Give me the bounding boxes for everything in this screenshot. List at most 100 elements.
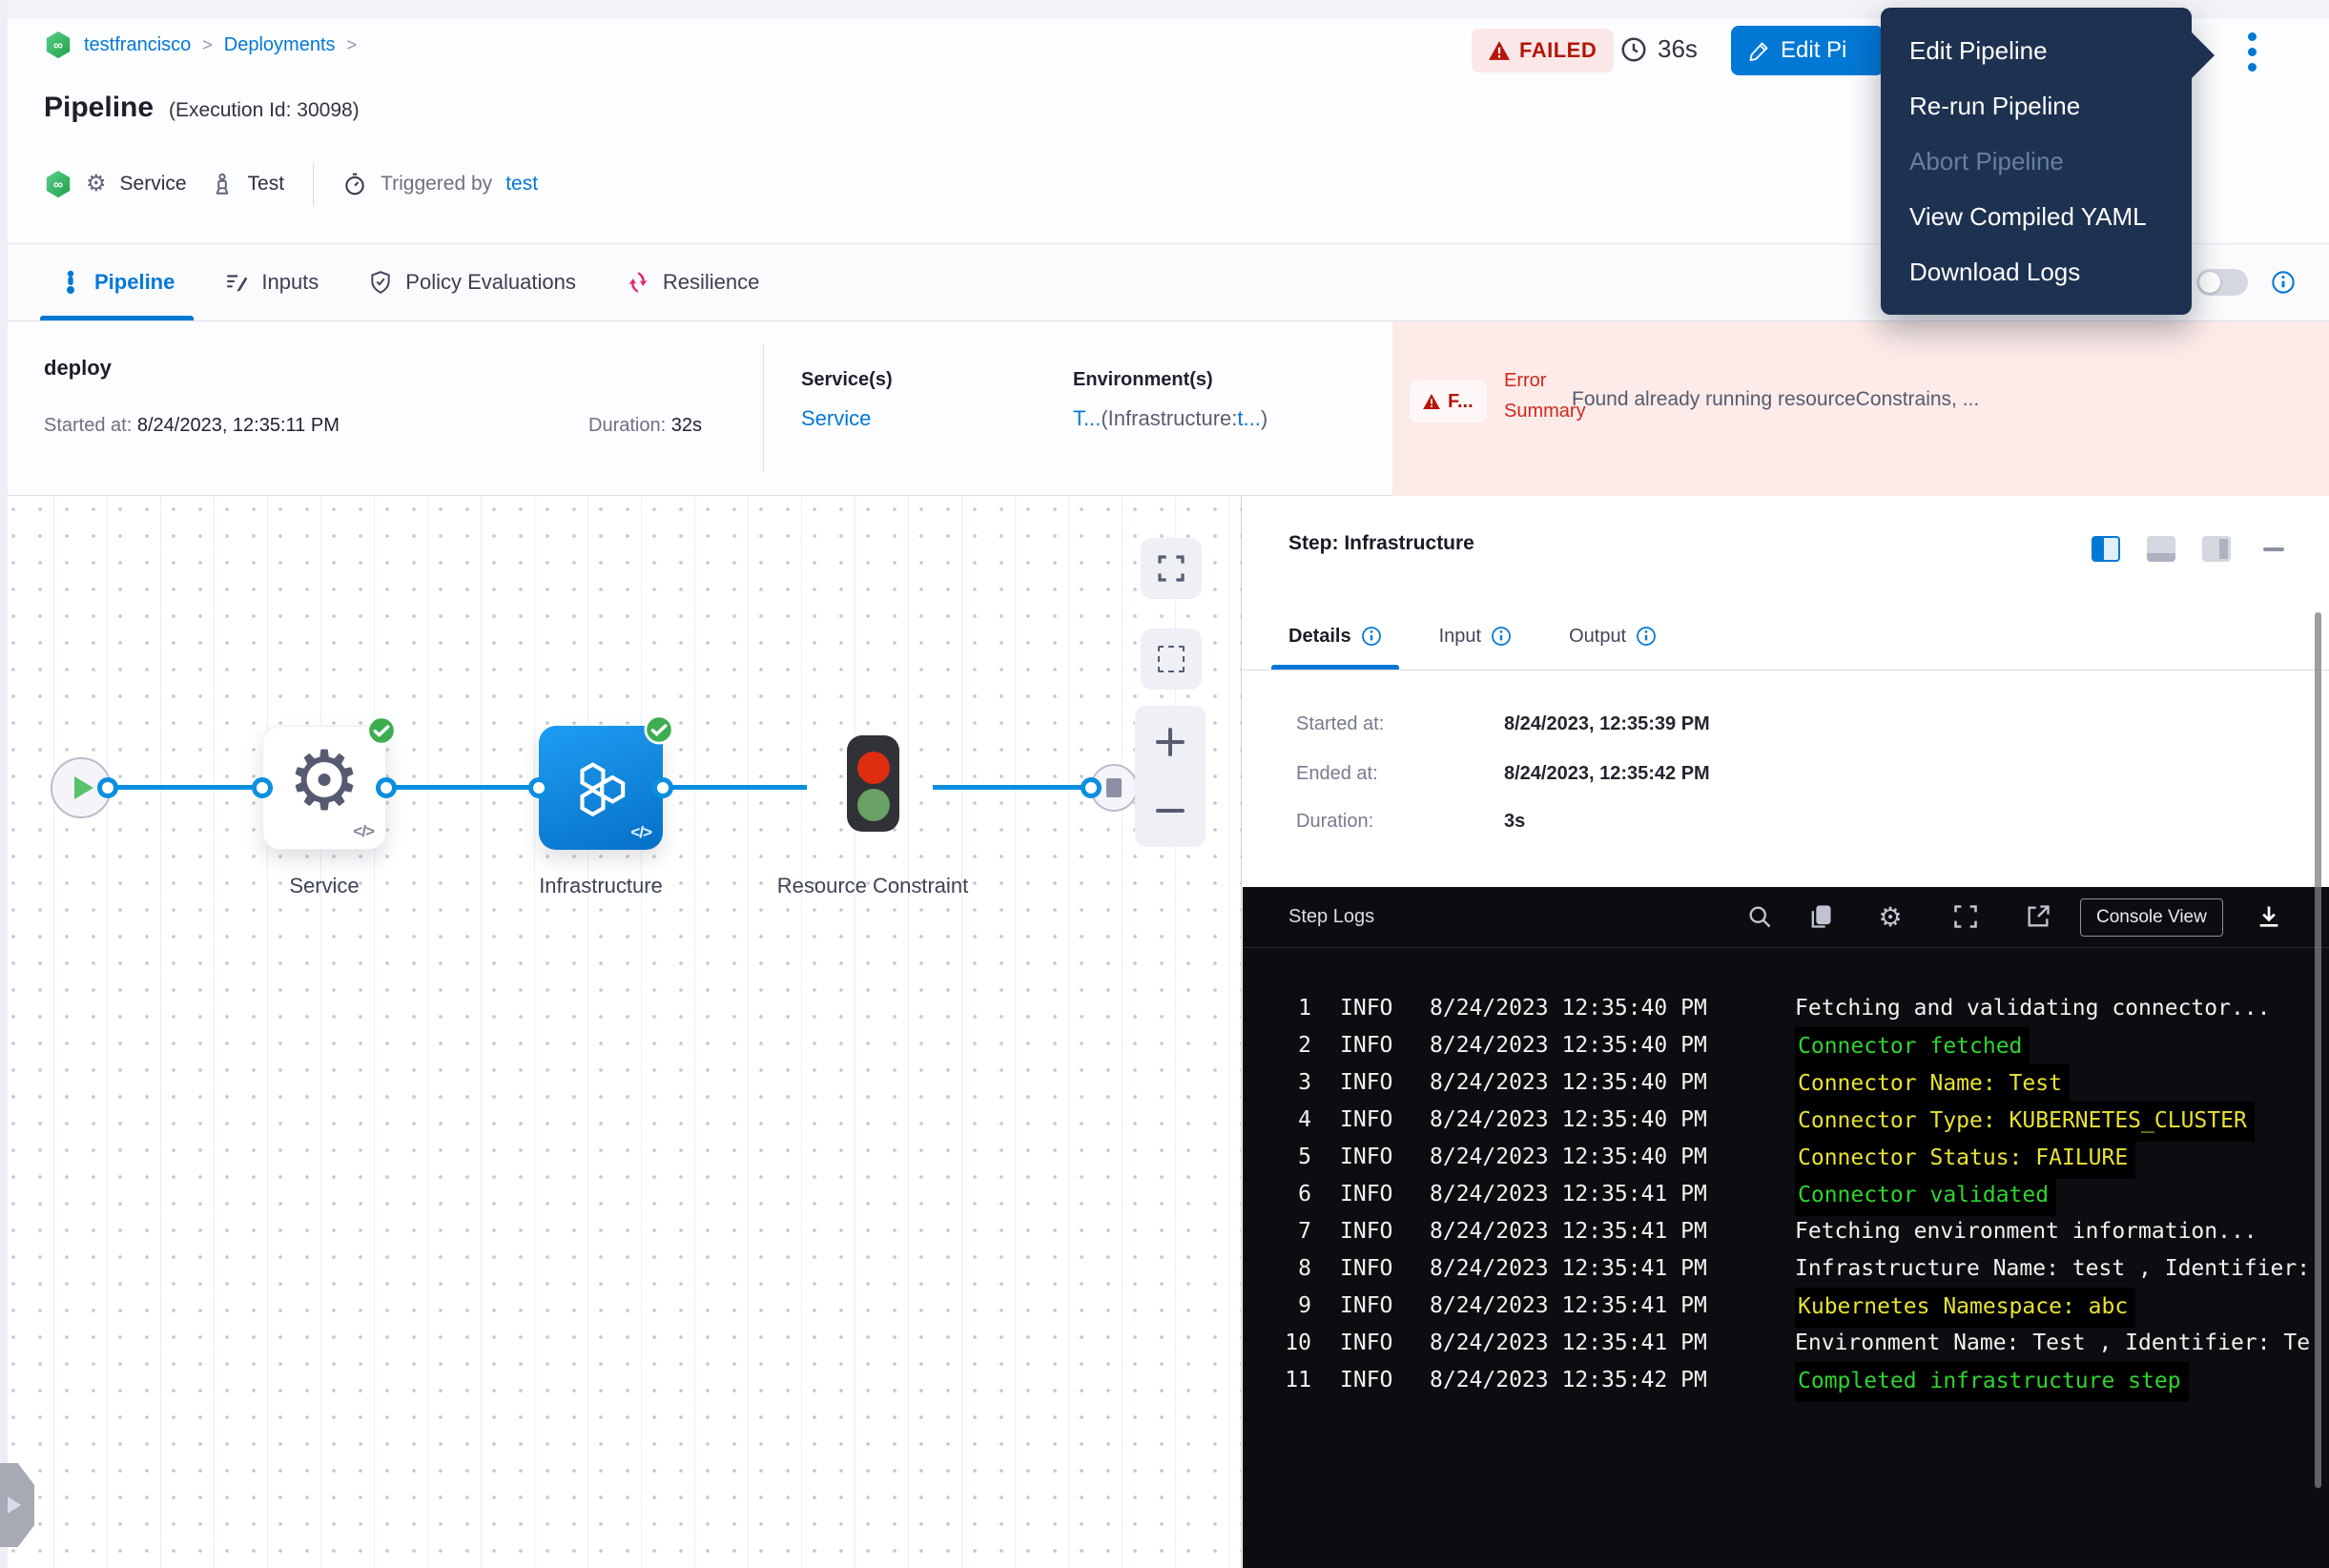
canvas-fullscreen-button[interactable] <box>1141 538 1202 599</box>
edge <box>108 785 262 790</box>
log-message: Connector fetched <box>1795 1027 2030 1067</box>
step-logs-panel: Step Logs ⚙ Console View 1 <box>1243 887 2329 1568</box>
error-summary-message[interactable]: Found already running resourceConstrains… <box>1572 388 2316 411</box>
info-icon[interactable] <box>2271 270 2296 295</box>
triggered-by-user-link[interactable]: test <box>505 173 538 196</box>
layout-bottom-icon[interactable] <box>2147 536 2175 562</box>
edit-pipeline-label: Edit Pi <box>1781 37 1846 64</box>
log-message: Connector validated <box>1795 1176 2056 1216</box>
success-check-icon <box>366 715 397 746</box>
menu-item-view-compiled-yaml[interactable]: View Compiled YAML <box>1881 189 2192 244</box>
tab-resilience[interactable]: Resilience <box>626 244 760 320</box>
stage-name-label: Test <box>248 173 285 196</box>
execution-id: (Execution Id: 30098) <box>169 99 360 122</box>
node-label-infrastructure: Infrastructure <box>496 866 706 905</box>
node-infrastructure[interactable]: </> <box>539 726 663 850</box>
download-logs-icon[interactable] <box>2256 903 2284 932</box>
breadcrumb-deployments-link[interactable]: Deployments <box>224 34 336 56</box>
pipeline-canvas[interactable]: ⚙ </> Service </> Infrastructure Resourc… <box>0 496 1242 1568</box>
log-message: Fetching and validating connector... <box>1795 990 2271 1027</box>
infrastructure-link[interactable]: t... <box>1237 406 1260 430</box>
log-rows[interactable]: 1 INFO 8/24/2023 12:35:40 PM Fetching and v… <box>1243 948 2329 1568</box>
console-view-button[interactable]: Console View <box>2080 898 2223 937</box>
pipeline-execution-page: ∞ testfrancisco > Deployments > Pipeline… <box>0 0 2329 1568</box>
log-timestamp: 8/24/2023 12:35:40 PM <box>1430 1027 1707 1064</box>
open-external-icon[interactable] <box>2025 903 2053 932</box>
log-timestamp: 8/24/2023 12:35:40 PM <box>1430 1064 1707 1102</box>
zoom-in-button[interactable] <box>1135 712 1206 773</box>
step-logs-header: Step Logs ⚙ Console View <box>1243 887 2329 948</box>
total-duration-value: 36s <box>1658 34 1698 64</box>
search-icon[interactable] <box>1746 903 1775 932</box>
zoom-out-button[interactable] <box>1135 780 1206 841</box>
layout-right-icon[interactable] <box>2202 536 2231 562</box>
play-icon <box>74 776 93 799</box>
duration-label: Duration: <box>588 415 666 436</box>
tab-label: Output <box>1569 626 1626 648</box>
log-line-number: 1 <box>1243 990 1311 1027</box>
node-resource-constraint[interactable] <box>847 735 899 832</box>
menu-pointer-arrow <box>2190 31 2215 80</box>
tab-output[interactable]: Output <box>1569 603 1657 670</box>
log-timestamp: 8/24/2023 12:35:41 PM <box>1430 1176 1707 1213</box>
tab-pipeline[interactable]: Pipeline <box>59 244 175 320</box>
minimize-icon[interactable] <box>2263 547 2284 551</box>
environment-close-paren: ) <box>1261 406 1268 430</box>
info-icon <box>1361 626 1382 647</box>
divider <box>313 162 314 206</box>
log-line-number: 11 <box>1243 1362 1311 1399</box>
menu-item-download-logs[interactable]: Download Logs <box>1881 244 2192 299</box>
port <box>97 777 118 798</box>
environment-link[interactable]: T... <box>1073 406 1101 430</box>
log-row: 2INFO8/24/2023 12:35:40 PMConnector fetc… <box>1243 1027 2329 1064</box>
log-line-number: 9 <box>1243 1288 1311 1325</box>
duration-value: 32s <box>671 415 702 436</box>
stage-icon <box>210 172 235 196</box>
canvas-marquee-select-button[interactable] <box>1141 629 1202 690</box>
expand-panel-handle[interactable] <box>0 1463 34 1547</box>
menu-item-abort-pipeline[interactable]: Abort Pipeline <box>1881 134 2192 189</box>
failed-chip: F... <box>1410 381 1487 423</box>
left-edge <box>0 0 8 1568</box>
more-options-kebab-icon[interactable] <box>2239 27 2264 76</box>
tab-details[interactable]: Details <box>1288 603 1382 670</box>
log-row: 4INFO8/24/2023 12:35:40 PMConnector Type… <box>1243 1102 2329 1139</box>
log-fullscreen-icon[interactable] <box>1952 903 1981 932</box>
tab-label: Inputs <box>261 270 319 295</box>
vertical-scrollbar[interactable] <box>2315 612 2321 1488</box>
divider <box>1243 670 2329 671</box>
tab-input[interactable]: Input <box>1439 603 1512 670</box>
copy-icon[interactable] <box>1807 903 1836 932</box>
node-service[interactable]: ⚙ </> <box>262 726 386 850</box>
shield-check-icon <box>368 270 393 295</box>
step-panel-title: Step: Infrastructure <box>1288 532 1474 555</box>
log-settings-gear-icon[interactable]: ⚙ <box>1876 903 1905 932</box>
menu-item-edit-pipeline[interactable]: Edit Pipeline <box>1881 23 2192 78</box>
tab-label: Pipeline <box>94 270 175 295</box>
menu-item-rerun-pipeline[interactable]: Re-run Pipeline <box>1881 78 2192 134</box>
tab-policy-evaluations[interactable]: Policy Evaluations <box>368 244 576 320</box>
error-summary-strip: F... Error Summary Found already running… <box>1392 321 2329 496</box>
port <box>652 777 673 798</box>
stage-name[interactable]: deploy <box>44 356 112 381</box>
edge <box>933 785 1091 790</box>
log-message: Connector Name: Test <box>1795 1064 2070 1104</box>
edit-pipeline-button[interactable]: Edit Pi <box>1731 26 1884 75</box>
log-level: INFO <box>1340 1176 1392 1213</box>
view-toggle[interactable] <box>2196 269 2248 296</box>
code-icon: </> <box>353 822 374 841</box>
log-row: 3INFO8/24/2023 12:35:40 PMConnector Name… <box>1243 1064 2329 1102</box>
breadcrumb-org-link[interactable]: testfrancisco <box>84 34 191 56</box>
environments-header: Environment(s) <box>1073 369 1268 391</box>
service-link[interactable]: Service <box>801 406 893 431</box>
log-level: INFO <box>1340 1362 1392 1399</box>
tab-inputs[interactable]: Inputs <box>224 244 319 320</box>
info-icon <box>1636 626 1657 647</box>
log-row: 5INFO8/24/2023 12:35:40 PMConnector Stat… <box>1243 1139 2329 1176</box>
layout-left-icon[interactable] <box>2092 536 2120 562</box>
log-timestamp: 8/24/2023 12:35:41 PM <box>1430 1213 1707 1250</box>
log-level: INFO <box>1340 1139 1392 1176</box>
title-row: Pipeline (Execution Id: 30098) <box>44 92 360 124</box>
log-level: INFO <box>1340 1064 1392 1102</box>
log-message: Infrastructure Name: test , Identifier: <box>1795 1250 2310 1288</box>
